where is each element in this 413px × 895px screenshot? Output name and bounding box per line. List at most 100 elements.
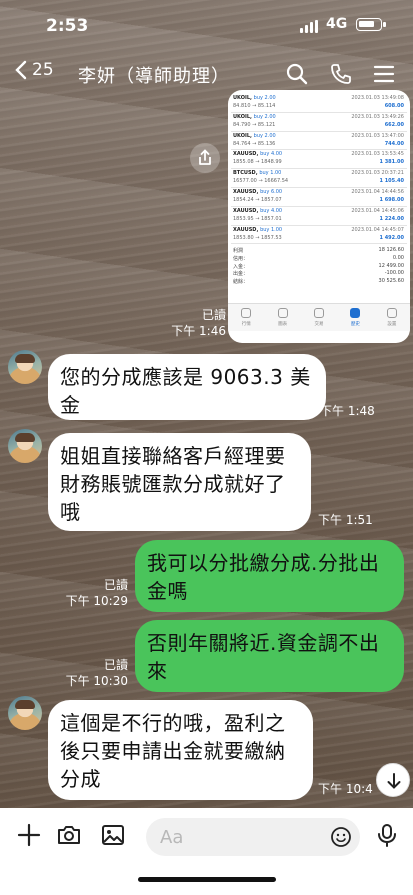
image-message[interactable]: UKOIL, buy 2.00 2023.01.03 13:49:08 84.810… (228, 90, 410, 343)
trade-row: XAUUSD, buy 4.00 2023.01.03 13:53:45 1855.… (231, 150, 407, 170)
trade-profit: 1 381.00 (379, 159, 404, 166)
avatar[interactable] (8, 429, 42, 463)
app-tab: 設置 (374, 304, 410, 331)
trade-price: 16577.00 → 16667.54 (233, 178, 289, 185)
message-field[interactable] (146, 818, 360, 856)
trade-symbol: UKOIL, buy 2.00 (233, 132, 276, 139)
summary-value: 18 126.60 (378, 247, 404, 254)
message-time: 下午 10:29 (65, 594, 128, 608)
message-input[interactable] (160, 822, 320, 852)
trade-price: 84.810 → 85.114 (233, 103, 276, 109)
summary-label: 結餘： (233, 278, 249, 285)
trade-price: 84.764 → 85.136 (233, 140, 276, 147)
trade-history-list: UKOIL, buy 2.00 2023.01.03 13:49:08 84.810… (231, 94, 407, 285)
tab-label: 交易 (314, 322, 324, 327)
microphone-icon[interactable] (374, 822, 400, 848)
trade-profit: 1 698.00 (379, 196, 404, 203)
outgoing-message[interactable]: 否則年關將近.資金調不出來 (135, 620, 404, 692)
trade-profit: 1 492.00 (379, 234, 404, 241)
trade-date: 2023.01.04 14:45:07 (351, 226, 404, 233)
tab-icon (386, 308, 397, 318)
read-label: 已讀 (201, 308, 226, 322)
message-time: 下午 1:51 (318, 513, 373, 527)
back-button[interactable]: 25 (14, 60, 54, 80)
incoming-message[interactable]: 您的分成應該是 9063.3 美金 (48, 354, 326, 420)
trade-price: 1853.95 → 1857.01 (233, 215, 282, 222)
trade-symbol: XAUUSD, buy 1.00 (233, 226, 283, 233)
battery-icon (356, 18, 386, 31)
summary-label: 信用： (233, 255, 249, 262)
plus-icon[interactable] (16, 822, 42, 848)
message-text: 我可以分批繳分成.分批出金嗎 (147, 551, 380, 603)
trade-date: 2023.01.03 13:49:26 (351, 113, 404, 120)
incoming-message[interactable]: 姐姐直接聯絡客戶經理要財務賬號匯款分成就好了哦 (48, 433, 311, 531)
message-time: 下午 1:48 (320, 404, 375, 418)
tab-label: 圖表 (278, 322, 288, 327)
trade-profit: 744.00 (384, 140, 404, 147)
summary-value: 12 499.00 (378, 262, 404, 269)
summary-value: -100.00 (384, 270, 404, 277)
avatar[interactable] (8, 350, 42, 384)
menu-icon[interactable] (372, 62, 396, 86)
image-icon[interactable] (100, 822, 126, 848)
status-bar: 2:53 4G (0, 0, 413, 52)
signal-icon (300, 20, 318, 33)
trade-symbol: BTCUSD, buy 1.00 (233, 170, 282, 177)
trade-symbol: XAUUSD, buy 4.00 (233, 207, 283, 214)
trade-row: UKOIL, buy 2.00 2023.01.03 13:49:26 84.790… (231, 113, 407, 132)
message-text: 您的分成應該是 9063.3 美金 (60, 365, 311, 417)
summary-label: 出金： (233, 271, 249, 278)
summary-row: 出金： -100.00 (231, 270, 407, 278)
emoji-icon[interactable] (330, 826, 352, 848)
summary-label: 入金： (233, 263, 249, 270)
summary-row: 信用： 0.00 (231, 255, 407, 263)
share-icon (199, 149, 211, 165)
summary-label: 利潤 (233, 248, 244, 255)
trade-row: UKOIL, buy 2.00 2023.01.03 13:49:08 84.810… (231, 94, 407, 113)
tab-icon (241, 308, 252, 318)
summary-row: 結餘： 30 525.60 (231, 278, 407, 286)
outgoing-message[interactable]: 我可以分批繳分成.分批出金嗎 (135, 540, 404, 612)
home-indicator (138, 877, 276, 882)
avatar[interactable] (8, 696, 42, 730)
chat-title: 李妍（導師助理） (78, 66, 230, 87)
trade-price: 1855.08 → 1848.99 (233, 159, 282, 166)
app-tab: 行情 (228, 304, 264, 331)
message-time: 下午 10:4 (318, 782, 373, 796)
trade-price: 1853.80 → 1857.53 (233, 234, 282, 241)
camera-icon[interactable] (56, 822, 82, 848)
summary-row: 入金： 12 499.00 (231, 263, 407, 271)
summary-row: 利潤 18 126.60 (231, 247, 407, 255)
trade-symbol: UKOIL, buy 2.00 (233, 113, 276, 120)
trade-row: UKOIL, buy 2.00 2023.01.03 13:47:00 84.764… (231, 132, 407, 151)
tab-icon (277, 308, 288, 318)
trade-date: 2023.01.04 14:44:56 (351, 188, 404, 195)
read-receipt: 已讀 (186, 308, 226, 323)
tab-label: 歷史 (350, 322, 360, 327)
incoming-message[interactable]: 這個是不行的哦，盈利之後只要申請出金就要繳納分成 (48, 700, 313, 800)
scroll-to-bottom-button[interactable] (376, 763, 410, 797)
trade-profit: 1 224.00 (379, 215, 404, 222)
summary-value: 0.00 (392, 254, 404, 261)
trade-price: 1854.24 → 1857.07 (233, 196, 282, 203)
trade-date: 2023.01.04 14:45:06 (351, 207, 404, 214)
status-time: 2:53 (46, 16, 89, 36)
trade-row: XAUUSD, buy 1.00 2023.01.04 14:45:07 1853.… (231, 226, 407, 245)
message-time: 下午 10:30 (65, 674, 128, 688)
trade-profit: 1 105.40 (379, 178, 404, 185)
phone-icon[interactable] (329, 62, 353, 86)
summary-value: 30 525.60 (378, 277, 404, 284)
tab-icon (350, 308, 361, 318)
share-button[interactable] (190, 143, 220, 173)
arrow-down-icon (387, 773, 401, 789)
search-icon[interactable] (285, 62, 309, 86)
trade-profit: 608.00 (384, 103, 404, 109)
tab-label: 設置 (387, 322, 397, 327)
message-time: 下午 1:46 (171, 324, 226, 338)
trade-row: BTCUSD, buy 1.00 2023.01.03 20:37:21 16577… (231, 169, 407, 188)
trade-row: XAUUSD, buy 4.00 2023.01.04 14:45:06 1853.… (231, 207, 407, 226)
trade-date: 2023.01.03 13:47:00 (351, 132, 404, 139)
message-text: 否則年關將近.資金調不出來 (147, 631, 380, 683)
app-tab-bar: 行情 圖表 交易 歷史 設置 (228, 303, 410, 331)
account-summary: 利潤 18 126.60 信用： 0.00 入金： 12 499.00 出金： -100.00… (231, 247, 407, 285)
